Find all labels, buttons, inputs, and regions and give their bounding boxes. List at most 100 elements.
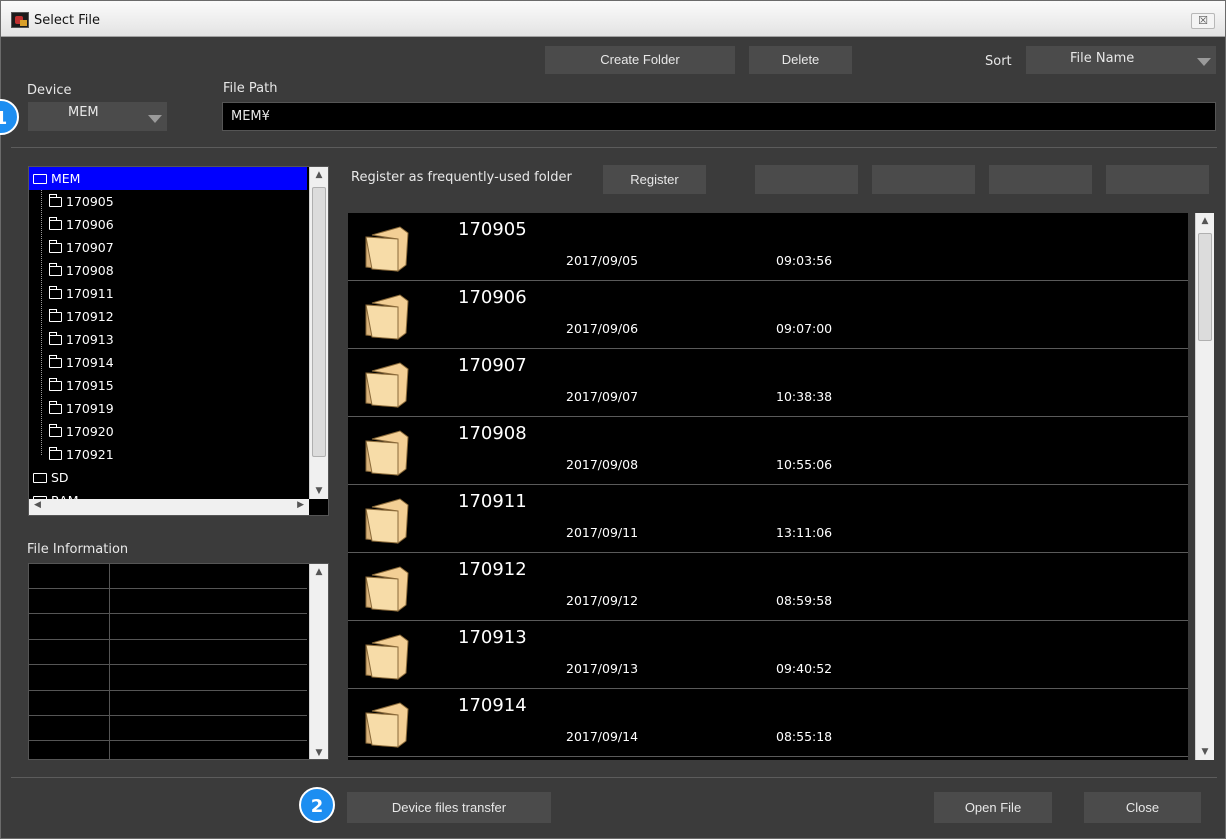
folder-icon	[365, 226, 409, 272]
file-date: 2017/09/13	[566, 661, 639, 676]
tree-item-mem[interactable]: MEM	[29, 167, 307, 190]
tree-vertical-scrollbar[interactable]: ▲ ▼	[309, 167, 328, 499]
tree-item-label: 170905	[66, 194, 114, 209]
file-date: 2017/09/11	[566, 525, 639, 540]
file-time: 13:11:06	[776, 525, 833, 540]
grid-line	[29, 664, 307, 665]
tree-item-label: 170915	[66, 378, 114, 393]
close-button[interactable]: Close	[1084, 792, 1201, 823]
tree-item-label: 170920	[66, 424, 114, 439]
scroll-left-icon[interactable]: ◀	[34, 500, 41, 510]
favorite-folder-slot-4[interactable]	[1106, 165, 1209, 194]
favorite-folder-slot-1[interactable]	[755, 165, 858, 194]
file-list[interactable]: 170905 2017/09/05 09:03:56 170906 2017/0…	[348, 213, 1188, 760]
tree-item-folder[interactable]: 170913	[29, 328, 307, 351]
grid-line	[29, 639, 307, 640]
device-icon	[33, 473, 47, 483]
tree-item-folder[interactable]: 170908	[29, 259, 307, 282]
sort-dropdown[interactable]: File Name	[1026, 46, 1216, 74]
tree-item-folder[interactable]: 170912	[29, 305, 307, 328]
window-close-icon[interactable]: ☒	[1191, 13, 1215, 29]
scroll-right-icon[interactable]: ▶	[297, 500, 304, 510]
tree-item-folder[interactable]: 170921	[29, 443, 307, 466]
file-information-label: File Information	[27, 542, 129, 557]
file-name: 170907	[458, 355, 527, 376]
tree-item-label: MEM	[51, 171, 81, 186]
grid-line	[29, 715, 307, 716]
folder-icon	[365, 566, 409, 612]
file-row[interactable]: 170912 2017/09/12 08:59:58	[348, 553, 1188, 621]
tree-item-folder[interactable]: 170905	[29, 190, 307, 213]
chevron-down-icon	[1197, 58, 1211, 66]
favorite-folder-slot-3[interactable]	[989, 165, 1092, 194]
delete-button[interactable]: Delete	[749, 46, 852, 74]
file-name: 170914	[458, 695, 527, 716]
file-date: 2017/09/07	[566, 389, 639, 404]
grid-line	[29, 588, 307, 589]
folder-icon	[365, 294, 409, 340]
scroll-thumb[interactable]	[312, 187, 326, 457]
file-row[interactable]: 170905 2017/09/05 09:03:56	[348, 213, 1188, 281]
tree-item-folder[interactable]: 170920	[29, 420, 307, 443]
folder-icon	[49, 217, 62, 230]
file-path-field[interactable]: MEM¥	[222, 102, 1216, 131]
tree-item-label: 170913	[66, 332, 114, 347]
create-folder-button[interactable]: Create Folder	[545, 46, 735, 74]
scroll-up-icon[interactable]: ▲	[1196, 213, 1214, 229]
file-row[interactable]: 170908 2017/09/08 10:55:06	[348, 417, 1188, 485]
device-label: Device	[27, 83, 72, 98]
info-vertical-scrollbar[interactable]: ▲ ▼	[309, 564, 328, 759]
window-title: Select File	[34, 13, 100, 28]
scroll-up-icon[interactable]: ▲	[310, 564, 328, 580]
scroll-down-icon[interactable]: ▼	[310, 745, 328, 759]
tree-item-sd[interactable]: SD	[29, 466, 307, 489]
file-list-scrollbar[interactable]: ▲ ▼	[1195, 213, 1214, 760]
tree-horizontal-scrollbar[interactable]: ◀ ▶	[29, 499, 309, 515]
folder-icon	[49, 332, 62, 345]
scroll-down-icon[interactable]: ▼	[1196, 744, 1214, 760]
file-row[interactable]: 170913 2017/09/13 09:40:52	[348, 621, 1188, 689]
title-bar: Select File ☒	[1, 1, 1225, 37]
file-name: 170905	[458, 219, 527, 240]
grid-line	[109, 564, 110, 759]
divider	[11, 147, 1217, 148]
tree-item-folder[interactable]: 170915	[29, 374, 307, 397]
tree-item-folder[interactable]: 170914	[29, 351, 307, 374]
folder-icon	[49, 194, 62, 207]
folder-icon	[49, 378, 62, 391]
tree-item-folder[interactable]: 170907	[29, 236, 307, 259]
scroll-down-icon[interactable]: ▼	[310, 483, 328, 499]
folder-icon	[49, 355, 62, 368]
folder-icon	[365, 634, 409, 680]
scroll-thumb[interactable]	[1198, 233, 1212, 341]
folder-icon	[365, 362, 409, 408]
select-file-window: Select File ☒ Create Folder Delete Sort …	[0, 0, 1226, 839]
file-time: 10:55:06	[776, 457, 833, 472]
register-folder-label: Register as frequently-used folder	[351, 170, 572, 185]
folder-tree[interactable]: MEM 170905 170906 170907 170908 170911 1…	[28, 166, 329, 516]
tree-item-label: 170919	[66, 401, 114, 416]
callout-badge-1: 1	[0, 99, 19, 135]
folder-icon	[365, 702, 409, 748]
file-path-label: File Path	[223, 81, 278, 96]
device-dropdown[interactable]: MEM	[28, 102, 167, 131]
favorite-folder-slot-2[interactable]	[872, 165, 975, 194]
file-name: 170912	[458, 559, 527, 580]
file-row[interactable]: 170914 2017/09/14 08:55:18	[348, 689, 1188, 757]
file-name: 170906	[458, 287, 527, 308]
file-time: 08:59:58	[776, 593, 833, 608]
tree-item-folder[interactable]: 170911	[29, 282, 307, 305]
file-row[interactable]: 170906 2017/09/06 09:07:00	[348, 281, 1188, 349]
register-button[interactable]: Register	[603, 165, 706, 194]
device-files-transfer-button[interactable]: Device files transfer	[347, 792, 551, 823]
tree-item-label: 170906	[66, 217, 114, 232]
open-file-button[interactable]: Open File	[934, 792, 1052, 823]
file-date: 2017/09/14	[566, 729, 639, 744]
divider	[11, 777, 1217, 778]
file-row[interactable]: 170907 2017/09/07 10:38:38	[348, 349, 1188, 417]
scroll-up-icon[interactable]: ▲	[310, 167, 328, 183]
file-row[interactable]: 170911 2017/09/11 13:11:06	[348, 485, 1188, 553]
tree-item-folder[interactable]: 170919	[29, 397, 307, 420]
file-time: 09:03:56	[776, 253, 833, 268]
tree-item-folder[interactable]: 170906	[29, 213, 307, 236]
